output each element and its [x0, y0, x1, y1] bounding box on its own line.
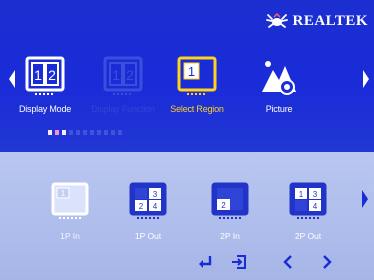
menu-item-picture[interactable]: Picture	[242, 56, 316, 120]
menu-next-arrow-icon[interactable]	[361, 68, 371, 90]
svg-text:4: 4	[313, 202, 318, 211]
menu-item-label: Display Mode	[18, 104, 72, 114]
svg-text:2: 2	[126, 67, 134, 83]
svg-text:1: 1	[188, 64, 195, 79]
dual-monitor-icon: 1 2	[103, 56, 143, 95]
page-dot	[76, 130, 80, 135]
page-dot	[48, 130, 52, 135]
picture-landscape-icon	[262, 61, 296, 95]
pip-layout-icon: 1	[51, 182, 89, 219]
svg-text:1: 1	[112, 67, 120, 83]
svg-text:2: 2	[221, 201, 226, 210]
svg-text:4: 4	[153, 202, 158, 211]
osd-menu: REALTEK 1 2 Display Mode 1 2 Display Fun…	[0, 0, 374, 280]
sub-item-label: 2P In	[220, 231, 240, 241]
sub-item-1p-in[interactable]: 1 1P In	[38, 182, 102, 244]
pip-layout-icon: 2	[211, 182, 249, 219]
page-indicator	[48, 130, 122, 135]
page-dot	[90, 130, 94, 135]
menu-item-display-function[interactable]: 1 2 Display Function	[86, 56, 160, 120]
quad-layout-icon: 1 3 4	[289, 182, 327, 219]
quad-layout-icon: 3 2 4	[129, 182, 167, 219]
sub-item-label: 1P Out	[134, 231, 162, 241]
menu-item-label: Picture	[265, 104, 293, 114]
menu-item-select-region[interactable]: 1 Select Region	[160, 56, 234, 120]
submenu-next-arrow-icon[interactable]	[360, 188, 370, 210]
page-dot	[118, 130, 122, 135]
single-region-monitor-icon: 1	[177, 56, 217, 95]
sub-item-2p-out[interactable]: 1 3 4 2P Out	[276, 182, 340, 244]
realtek-crab-logo-icon	[265, 13, 288, 28]
right-arrow-icon[interactable]	[318, 253, 336, 271]
menu-item-label: Select Region	[170, 104, 224, 114]
svg-text:2: 2	[139, 202, 144, 211]
svg-text:1: 1	[61, 189, 66, 198]
page-dot	[62, 130, 66, 135]
sub-item-label: 2P Out	[294, 231, 322, 241]
page-dot	[104, 130, 108, 135]
page-dot	[83, 130, 87, 135]
svg-text:1: 1	[299, 190, 304, 199]
brand-header: REALTEK	[265, 10, 368, 32]
svg-text:3: 3	[153, 190, 158, 199]
brand-name: REALTEK	[292, 12, 368, 29]
left-arrow-icon[interactable]	[279, 253, 297, 271]
enter-icon[interactable]	[196, 253, 214, 271]
dual-monitor-icon: 1 2	[25, 56, 65, 95]
menu-item-display-mode[interactable]: 1 2 Display Mode	[8, 56, 82, 120]
svg-text:3: 3	[313, 190, 318, 199]
menu-item-label: Display Function	[91, 104, 155, 114]
page-dot	[97, 130, 101, 135]
svg-text:2: 2	[48, 67, 56, 83]
sub-item-1p-out[interactable]: 3 2 4 1P Out	[116, 182, 180, 244]
page-dot	[69, 130, 73, 135]
page-dot-active	[55, 130, 59, 135]
page-dot	[111, 130, 115, 135]
svg-text:1: 1	[34, 67, 42, 83]
exit-icon[interactable]	[230, 253, 248, 271]
sub-item-label: 1P In	[60, 231, 80, 241]
sub-item-2p-in[interactable]: 2 2P In	[198, 182, 262, 244]
